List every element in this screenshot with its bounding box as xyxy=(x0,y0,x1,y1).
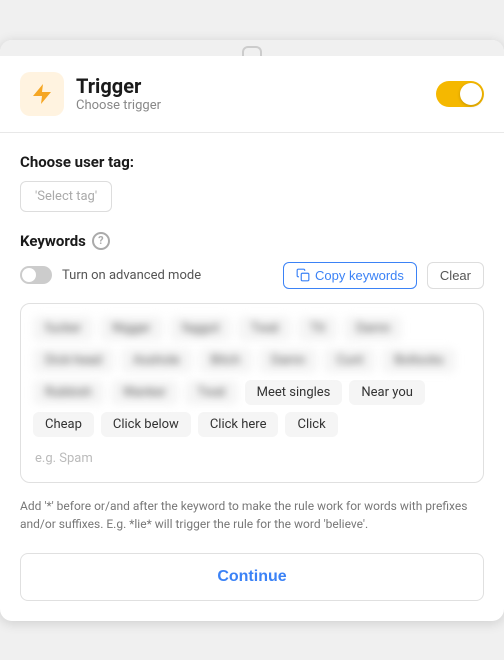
keyword-tag[interactable]: Cunt xyxy=(324,348,375,373)
page-title: Trigger xyxy=(76,74,161,98)
keyword-tag[interactable]: Twat xyxy=(185,380,238,405)
keyword-tag[interactable]: Bitch xyxy=(199,348,252,373)
advanced-mode-label: Turn on advanced mode xyxy=(62,268,201,283)
user-tag-label: Choose user tag: xyxy=(20,153,484,171)
keyword-tag-click-below[interactable]: Click below xyxy=(101,412,191,437)
keyword-tag[interactable]: Bollocks xyxy=(382,348,455,373)
info-text: Add '*' before or/and after the keyword … xyxy=(20,497,484,533)
keyword-tag-near-you[interactable]: Near you xyxy=(349,380,425,405)
keyword-tag-click-here[interactable]: Click here xyxy=(198,412,279,437)
keywords-title: Keywords xyxy=(20,232,86,250)
help-icon[interactable]: ? xyxy=(92,232,110,250)
keyword-tag[interactable]: Damn xyxy=(259,348,317,373)
keyword-tag[interactable]: Damn xyxy=(344,316,402,341)
header: Trigger Choose trigger xyxy=(0,56,504,133)
keyword-tag-cheap[interactable]: Cheap xyxy=(33,412,94,437)
keyword-tag-meet-singles[interactable]: Meet singles xyxy=(245,380,343,405)
keyword-tag[interactable]: Nigger xyxy=(100,316,162,341)
top-connector xyxy=(242,46,262,56)
keyword-tag[interactable]: Tit xyxy=(298,316,337,341)
keywords-grid: fucker Nigger faggot Twat Tit Damn Dick-… xyxy=(33,316,471,437)
keyword-tag[interactable]: Dick-head xyxy=(33,348,114,373)
keywords-box: fucker Nigger faggot Twat Tit Damn Dick-… xyxy=(20,303,484,483)
keyword-tag[interactable]: faggot xyxy=(170,316,232,341)
copy-keywords-label: Copy keywords xyxy=(315,268,404,283)
keyword-tag[interactable]: Rubbish xyxy=(33,380,104,405)
trigger-icon xyxy=(20,72,64,116)
copy-keywords-button[interactable]: Copy keywords xyxy=(283,262,417,289)
header-toggle[interactable] xyxy=(436,81,484,107)
keyword-tag[interactable]: Wanker xyxy=(111,380,178,405)
continue-button[interactable]: Continue xyxy=(20,553,484,601)
clear-button[interactable]: Clear xyxy=(427,262,484,289)
select-tag-dropdown[interactable]: 'Select tag' xyxy=(20,181,112,212)
keyword-tag[interactable]: fucker xyxy=(33,316,93,341)
page-subtitle: Choose trigger xyxy=(76,98,161,113)
advanced-mode-toggle[interactable] xyxy=(20,266,52,284)
keyword-tag[interactable]: Asshole xyxy=(121,348,192,373)
keyword-input-placeholder[interactable]: e.g. Spam xyxy=(33,447,471,470)
keyword-tag[interactable]: Twat xyxy=(238,316,291,341)
keyword-tag-click[interactable]: Click xyxy=(285,412,337,437)
